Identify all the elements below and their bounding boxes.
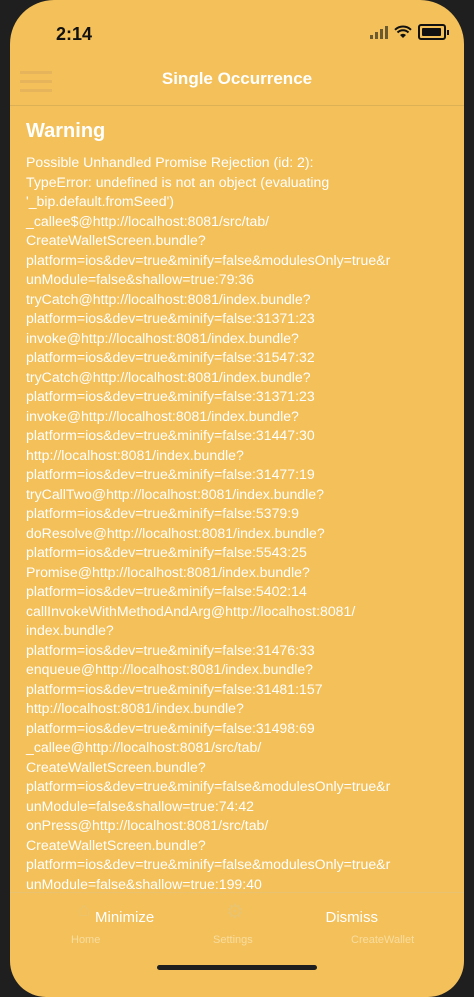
gear-icon: ⚙ — [226, 901, 244, 923]
status-bar: 2:14 — [10, 0, 464, 50]
stack-trace-line: invoke@http://localhost:8081/index.bundl… — [26, 407, 299, 424]
stack-trace-line: platform=ios&dev=true&minify=false:31481… — [26, 680, 323, 697]
dismiss-button[interactable]: Dismiss — [326, 909, 379, 926]
stack-trace-line: Possible Unhandled Promise Rejection (id… — [26, 154, 314, 170]
stack-trace-line: platform=ios&dev=true&minify=false:31371… — [26, 388, 315, 404]
tab-createwallet-label: CreateWallet — [351, 934, 415, 946]
warning-title: Warning — [26, 120, 106, 142]
minimize-button[interactable]: Minimize — [95, 909, 154, 926]
stack-trace-line: unModule=false&shallow=true:74:42 — [26, 797, 255, 814]
stack-trace-line: platform=ios&dev=true&minify=false:5402:… — [26, 583, 307, 599]
stack-trace-line: http://localhost:8081/index.bundle? — [26, 446, 244, 463]
warning-panel[interactable]: Warning Possible Unhandled Promise Rejec… — [26, 120, 456, 894]
stack-trace-line: platform=ios&dev=true&minify=false&modul… — [26, 778, 391, 794]
error-stack-trace: Possible Unhandled Promise Rejection (id… — [26, 153, 456, 894]
stack-trace-line: CreateWalletScreen.bundle? — [26, 232, 206, 248]
stack-trace-line: '_bip.default.fromSeed') — [26, 193, 174, 209]
stack-trace-line: onPress@http://localhost:8081/src/tab/ — [26, 817, 269, 833]
stack-trace-line: unModule=false&shallow=true:79:36 — [26, 271, 255, 287]
status-icons — [370, 24, 449, 40]
stack-trace-line: _callee$@http://localhost:8081/src/tab/ — [26, 212, 270, 229]
tab-home-label: Home — [71, 934, 101, 946]
tab-settings-label: Settings — [213, 934, 253, 946]
screen: 2:14 Single Occurrence Warning Possible … — [10, 0, 464, 997]
stack-trace-line: platform=ios&dev=true&minify=false:31547… — [26, 349, 315, 365]
stack-trace-line: doResolve@http://localhost:8081/index.bu… — [26, 524, 325, 541]
stack-trace-line: http://localhost:8081/index.bundle? — [26, 700, 244, 716]
stack-trace-line: tryCatch@http://localhost:8081/index.bun… — [26, 368, 311, 385]
wifi-icon — [394, 25, 412, 38]
stack-trace-line: Promise@http://localhost:8081/index.bund… — [26, 563, 310, 580]
device-frame: 2:14 Single Occurrence Warning Possible … — [0, 0, 474, 997]
stack-trace-line: platform=ios&dev=true&minify=false:31498… — [26, 719, 315, 736]
home-icon: ⌂ — [78, 899, 91, 921]
stack-trace-line: CreateWalletScreen.bundle? — [26, 758, 206, 775]
stack-trace-line: callInvokeWithMethodAndArg@http://localh… — [26, 602, 356, 619]
stack-trace-line: invoke@http://localhost:8081/index.bundl… — [26, 329, 299, 346]
stack-trace-line: platform=ios&dev=true&minify=false&modul… — [26, 856, 391, 872]
stack-trace-line: platform=ios&dev=true&minify=false:31477… — [26, 466, 315, 482]
home-indicator[interactable] — [157, 965, 317, 970]
signal-icon — [370, 25, 388, 39]
stack-trace-line: platform=ios&dev=true&minify=false:31447… — [26, 427, 315, 443]
stack-trace-line: tryCallTwo@http://localhost:8081/index.b… — [26, 485, 324, 502]
battery-icon — [418, 24, 449, 40]
status-time: 2:14 — [56, 24, 93, 44]
stack-trace-line: platform=ios&dev=true&minify=false&modul… — [26, 251, 391, 268]
stack-trace-line: CreateWalletScreen.bundle? — [26, 836, 206, 853]
stack-trace-line: platform=ios&dev=true&minify=false:31371… — [26, 310, 315, 326]
stack-trace-line: enqueue@http://localhost:8081/index.bund… — [26, 661, 314, 677]
stack-trace-line: platform=ios&dev=true&minify=false:31476… — [26, 641, 315, 658]
stack-trace-line: platform=ios&dev=true&minify=false:5379:… — [26, 505, 300, 521]
page-title: Single Occurrence — [161, 69, 313, 88]
stack-trace-line: index.bundle? — [26, 622, 114, 638]
stack-trace-line: TypeError: undefined is not an object (e… — [26, 173, 330, 190]
stack-trace-line: _callee@http://localhost:8081/src/tab/ — [26, 739, 262, 755]
stack-trace-line: tryCatch@http://localhost:8081/index.bun… — [26, 290, 311, 307]
nav-header: Single Occurrence — [10, 55, 464, 106]
stack-trace-line: platform=ios&dev=true&minify=false:5543:… — [26, 544, 307, 560]
